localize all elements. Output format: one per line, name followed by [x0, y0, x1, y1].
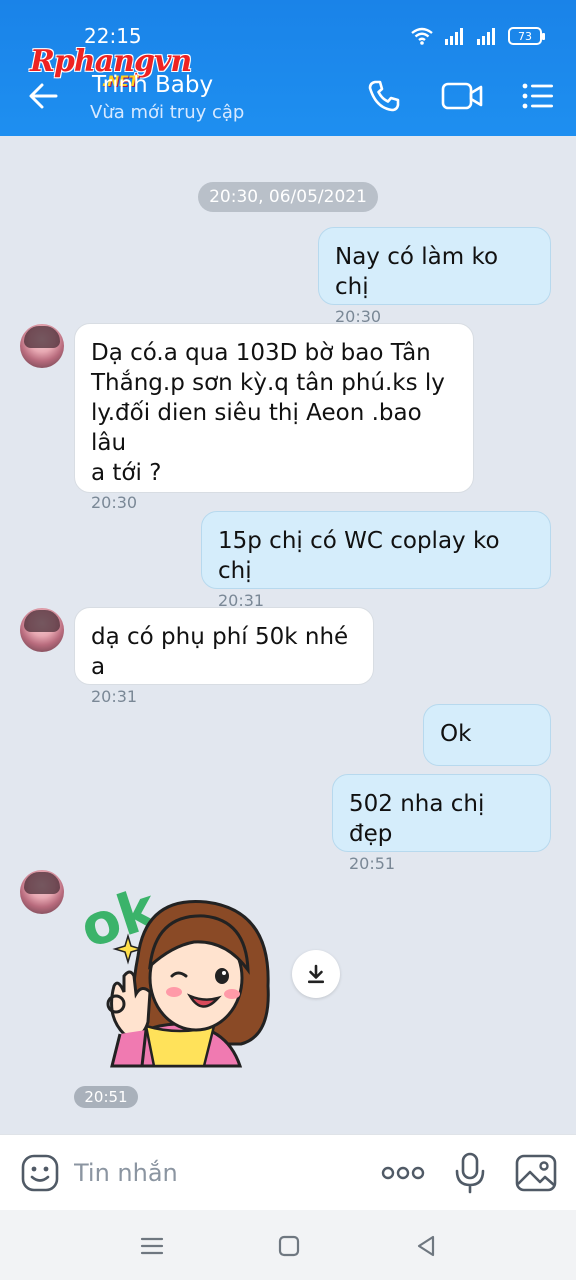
home-icon[interactable] — [275, 1232, 303, 1260]
signal-icon — [445, 28, 463, 45]
message-text: 502 nha chị đẹp — [349, 791, 485, 847]
message-time: 20:31 — [91, 687, 138, 706]
avatar[interactable] — [20, 324, 64, 368]
message-text-line: ly.đối dien siêu thị Aeon .bao lâu — [91, 400, 422, 456]
battery-icon: 73 — [508, 27, 545, 45]
microphone-icon[interactable] — [452, 1151, 488, 1195]
recent-apps-icon[interactable] — [138, 1232, 166, 1260]
message-bubble-sent[interactable]: 502 nha chị đẹp 20:51 — [332, 774, 551, 873]
message-text-line: Thắng.p sơn kỳ.q tân phú.ks ly — [91, 370, 445, 396]
battery-level: 73 — [518, 29, 532, 43]
avatar[interactable] — [20, 608, 64, 652]
message-time: 20:30 — [91, 493, 138, 512]
message-time: 20:51 — [74, 1086, 138, 1108]
menu-list-icon[interactable] — [518, 76, 558, 116]
signal-icon-2 — [477, 28, 495, 45]
image-icon[interactable] — [514, 1153, 558, 1193]
status-icons: 73 — [410, 24, 545, 48]
message-text: 15p chị có WC coplay ko chị — [218, 528, 500, 584]
video-camera-icon[interactable] — [440, 76, 484, 116]
message-input[interactable] — [74, 1153, 354, 1193]
message-bubble-sent[interactable]: 15p chị có WC coplay ko chị 20:31 — [201, 511, 551, 610]
download-button[interactable] — [292, 950, 340, 998]
message-text: Nay có làm ko chị — [335, 244, 499, 300]
contact-name[interactable]: Trinh Baby — [92, 72, 213, 98]
message-text: dạ có phụ phí 50k nhé a — [91, 624, 349, 680]
message-time: 20:51 — [349, 854, 396, 873]
back-arrow-icon[interactable] — [26, 78, 62, 114]
download-icon — [308, 964, 324, 984]
system-nav-bar — [0, 1210, 576, 1280]
ok-girl-sticker[interactable]: ok — [76, 866, 276, 1076]
message-text-line: a tới ? — [91, 460, 162, 486]
message-text-line: Dạ có.a qua 103D bờ bao Tân — [91, 340, 431, 366]
chat-header: 22:15 73 Rphangvn .NET Trinh Baby Vừa mớ… — [0, 0, 576, 136]
phone-icon[interactable] — [364, 76, 404, 116]
emoji-icon[interactable] — [20, 1153, 60, 1193]
message-bubble-sent[interactable]: Nay có làm ko chị 20:30 — [318, 227, 551, 326]
wifi-icon — [411, 27, 433, 45]
more-dots-icon[interactable] — [380, 1155, 426, 1191]
contact-status: Vừa mới truy cập — [90, 102, 245, 123]
message-text: Ok — [440, 721, 472, 747]
avatar[interactable] — [20, 870, 64, 914]
back-nav-icon[interactable] — [412, 1232, 440, 1260]
date-separator: 20:30, 06/05/2021 — [198, 182, 378, 212]
message-bubble-received[interactable]: dạ có phụ phí 50k nhé a 20:31 — [74, 607, 374, 706]
message-bubble-received[interactable]: Dạ có.a qua 103D bờ bao Tân Thắng.p sơn … — [74, 323, 474, 512]
message-composer — [0, 1134, 576, 1210]
message-bubble-sent[interactable]: Ok — [423, 704, 551, 766]
